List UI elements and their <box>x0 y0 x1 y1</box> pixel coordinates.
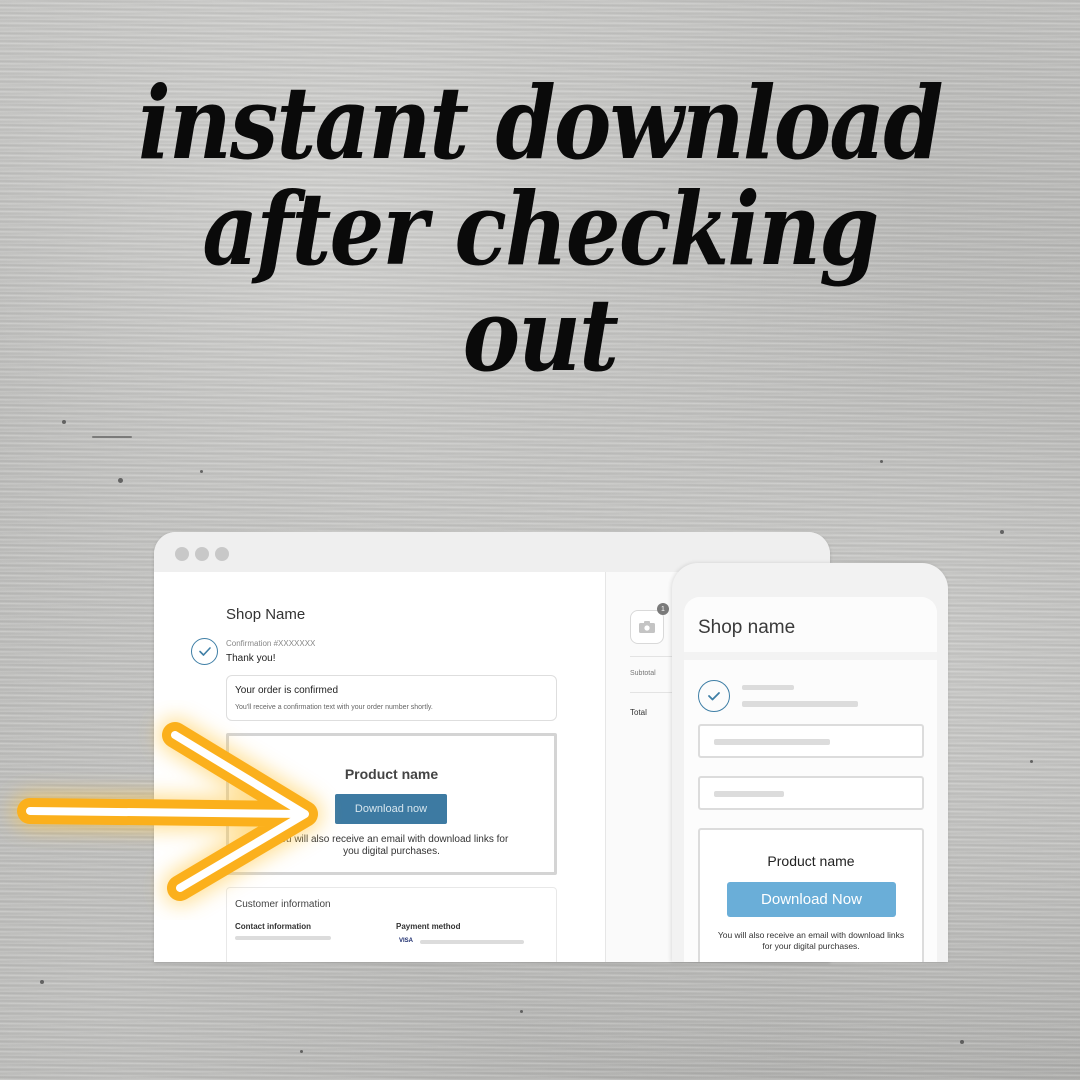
mobile-phone-mockup: Shop name Product name Download Now You … <box>672 563 948 962</box>
cart-count-badge: 1 <box>657 603 669 615</box>
speck <box>92 436 132 438</box>
mobile-info-field <box>698 724 924 758</box>
customer-information-box: Customer information Contact information… <box>226 887 557 962</box>
speck <box>1000 530 1004 534</box>
speck <box>200 470 203 473</box>
product-name: Product name <box>344 766 439 782</box>
order-confirmed-subtitle: You'll receive a confirmation text with … <box>235 704 433 711</box>
contact-information-label: Contact information <box>235 922 311 931</box>
window-close-dot[interactable] <box>175 547 189 561</box>
contact-placeholder-bar <box>235 936 331 940</box>
check-icon <box>191 638 218 665</box>
payment-placeholder-bar <box>420 940 524 944</box>
speck <box>40 980 44 984</box>
visa-card-icon: VISA <box>399 938 414 944</box>
thank-you-text: Thank you! <box>226 653 276 664</box>
mobile-product-download-box: Product name Download Now You will also … <box>698 828 924 962</box>
check-icon <box>698 680 730 712</box>
headline: instant download after checking out <box>76 70 1005 388</box>
camera-icon <box>639 621 655 633</box>
placeholder-bar <box>714 739 830 745</box>
speck <box>118 478 123 483</box>
total-label: Total <box>630 708 647 717</box>
product-thumbnail <box>630 610 664 644</box>
customer-information-title: Customer information <box>235 899 331 910</box>
speck <box>1030 760 1033 763</box>
window-minimize-dot[interactable] <box>195 547 209 561</box>
window-maximize-dot[interactable] <box>215 547 229 561</box>
headline-line-2: after checking <box>202 170 879 288</box>
placeholder-bar <box>714 791 784 797</box>
mobile-download-now-button[interactable]: Download Now <box>727 882 896 917</box>
download-email-note: You will also receive an email with down… <box>274 834 509 857</box>
speck <box>520 1010 523 1013</box>
speck <box>300 1050 303 1053</box>
order-confirmed-title: Your order is confirmed <box>235 685 339 696</box>
speck <box>960 1040 964 1044</box>
subtotal-label: Subtotal <box>630 670 656 677</box>
confirmation-number: Confirmation #XXXXXXX <box>226 639 316 648</box>
mobile-shop-name: Shop name <box>698 617 796 638</box>
mobile-product-name: Product name <box>767 853 855 869</box>
headline-line-3: out <box>462 276 619 394</box>
product-download-box: Product name Download now You will also … <box>226 733 557 875</box>
order-confirmation-pane: Shop Name Confirmation #XXXXXXX Thank yo… <box>154 572 605 962</box>
placeholder-bar <box>742 701 858 707</box>
placeholder-bar <box>742 685 794 690</box>
payment-method-label: Payment method <box>396 922 461 931</box>
mobile-info-field <box>698 776 924 810</box>
download-now-button[interactable]: Download now <box>335 794 447 824</box>
order-confirmed-box: Your order is confirmed You'll receive a… <box>226 675 557 721</box>
shop-name: Shop Name <box>226 606 306 623</box>
speck <box>62 420 66 424</box>
mobile-download-email-note: You will also receive an email with down… <box>717 930 905 951</box>
speck <box>880 460 883 463</box>
mobile-screen: Shop name Product name Download Now You … <box>684 597 937 962</box>
headline-line-1: instant download <box>138 64 943 182</box>
mobile-header: Shop name <box>684 597 937 660</box>
